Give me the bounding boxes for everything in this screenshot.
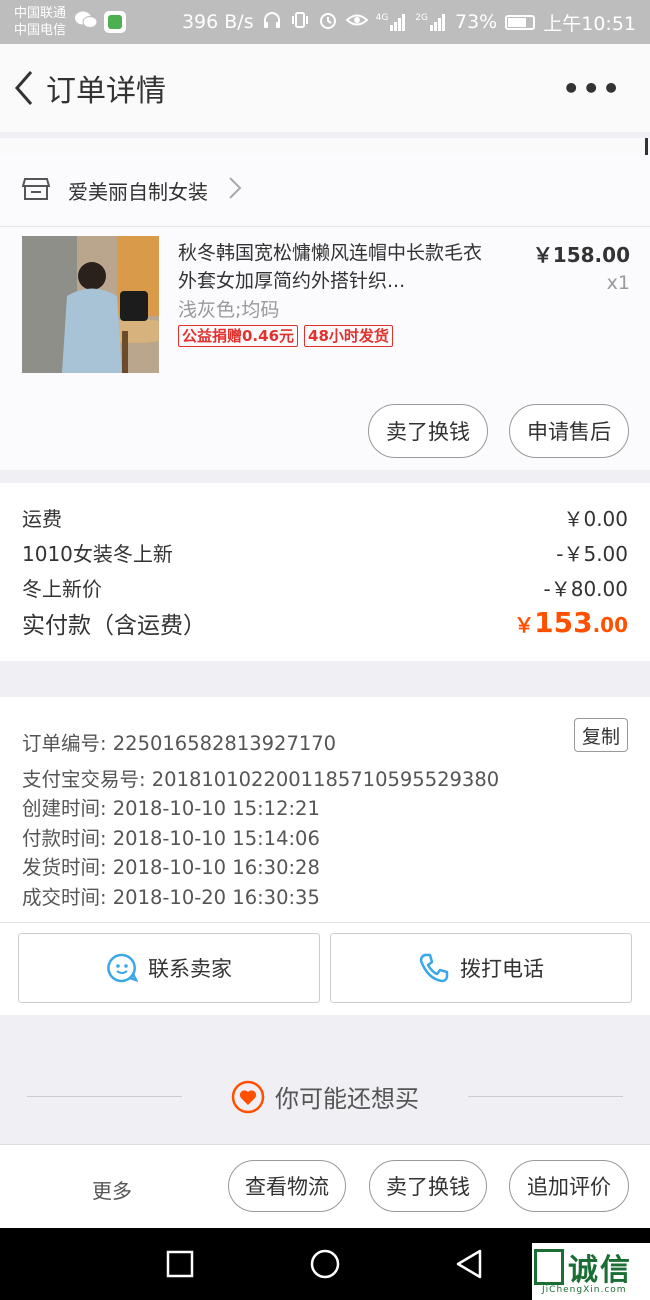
contact-seller-button[interactable]: 联系卖家: [18, 933, 320, 1003]
fee-value: -￥5.00: [556, 542, 628, 566]
recommend-header: 你可能还想买: [0, 1049, 650, 1144]
fee-label: 冬上新价: [22, 577, 102, 601]
vibrate-icon: [290, 10, 310, 35]
clock: 上午10:51: [543, 12, 636, 35]
call-phone-label: 拨打电话: [460, 957, 544, 981]
divider: [468, 1096, 623, 1097]
total-decimal: .00: [592, 613, 628, 637]
contact-seller-label: 联系卖家: [148, 957, 232, 981]
status-bar: 中国联通 中国电信 396 B/s 4G 2G 73% 上午10:51: [0, 0, 650, 44]
resell-button-bottom[interactable]: 卖了换钱: [369, 1160, 487, 1212]
signal-4g-icon: 4G: [376, 13, 408, 31]
app-notification-icon: [104, 11, 127, 33]
call-phone-button[interactable]: 拨打电话: [330, 933, 632, 1003]
headphones-icon: [262, 10, 282, 35]
total-integer: 153: [534, 606, 593, 639]
product-tags: 公益捐赠0.46元 48小时发货: [178, 325, 393, 347]
network-speed: 396 B/s: [181, 11, 254, 33]
completed-time: 成交时间: 2018-10-20 16:30:35: [22, 886, 320, 909]
heart-icon: [231, 1080, 265, 1113]
divider: [27, 1096, 182, 1097]
watermark-emblem: [534, 1249, 564, 1285]
product-sku: 浅灰色;均码: [178, 299, 280, 321]
created-time: 创建时间: 2018-10-10 15:12:21: [22, 797, 320, 820]
battery-percent: 73%: [455, 11, 498, 33]
total-label: 实付款（含运费）: [22, 613, 206, 639]
shop-name: 爱美丽自制女装: [68, 180, 208, 204]
shipped-time: 发货时间: 2018-10-10 16:30:28: [22, 856, 320, 879]
chevron-right-icon: [228, 176, 242, 206]
system-back-button[interactable]: [454, 1248, 484, 1284]
network-4g-label: 4G: [375, 13, 389, 23]
alipay-number: 支付宝交易号: 2018101022001185710595529380: [22, 768, 500, 791]
watermark-logo: 诚信 JiChengXin.com: [532, 1243, 650, 1300]
scrollbar[interactable]: [645, 138, 648, 155]
order-number: 订单编号: 225016582813927170: [22, 732, 337, 755]
fee-label: 1010女装冬上新: [22, 542, 173, 566]
network-2g-label: 2G: [415, 13, 428, 23]
resell-button[interactable]: 卖了换钱: [368, 404, 488, 458]
watermark-text: 诚信: [568, 1253, 632, 1288]
triangle-back-icon: [456, 1249, 482, 1279]
shop-link[interactable]: 爱美丽自制女装: [0, 155, 650, 227]
order-item[interactable]: 秋冬韩国宽松慵懒风连帽中长款毛衣外套女加厚简约外搭针织... 浅灰色;均码 公益…: [0, 227, 650, 397]
alarm-icon: [318, 10, 338, 35]
back-button[interactable]: [2, 44, 46, 132]
charity-tag: 公益捐赠0.46元: [178, 325, 299, 347]
chevron-left-icon: [15, 71, 33, 105]
wechat-icon: [74, 10, 98, 34]
order-item-card: 爱美丽自制女装 秋冬韩国宽松慵懒风连帽中长款毛衣外套女加厚简约外搭针织... 浅…: [0, 155, 650, 470]
fee-value: ￥0.00: [563, 507, 628, 531]
battery-icon: [505, 14, 536, 30]
circle-icon: [310, 1249, 340, 1279]
discount-row: 1010女装冬上新 -￥5.00: [22, 538, 628, 567]
shipping-fee-row: 运费 ￥0.00: [22, 503, 628, 532]
fee-value: -￥80.00: [543, 577, 628, 601]
more-menu-button[interactable]: •••: [562, 72, 622, 105]
product-thumbnail[interactable]: [22, 236, 159, 373]
product-title[interactable]: 秋冬韩国宽松慵懒风连帽中长款毛衣外套女加厚简约外搭针织...: [178, 239, 498, 295]
total-currency: ￥: [514, 613, 535, 637]
carrier-2: 中国电信: [14, 23, 67, 38]
page-title: 订单详情: [46, 74, 166, 109]
copy-button[interactable]: 复制: [574, 718, 628, 752]
add-review-button[interactable]: 追加评价: [509, 1160, 629, 1212]
payment-summary: 运费 ￥0.00 1010女装冬上新 -￥5.00 冬上新价 -￥80.00 实…: [0, 483, 650, 661]
signal-2g-icon: 2G: [415, 13, 447, 31]
new-price-row: 冬上新价 -￥80.00: [22, 573, 628, 602]
recommend-title: 你可能还想买: [275, 1085, 419, 1113]
carrier-labels: 中国联通 中国电信: [14, 5, 66, 39]
chat-smile-icon: [107, 953, 138, 983]
divider: [0, 922, 650, 923]
product-price: ￥158.00: [532, 243, 630, 267]
square-icon: [166, 1250, 194, 1278]
view-logistics-button[interactable]: 查看物流: [228, 1160, 346, 1212]
after-sales-button[interactable]: 申请售后: [509, 404, 629, 458]
fee-label: 运费: [22, 507, 62, 531]
carrier-1: 中国联通: [14, 6, 67, 21]
nav-separator: [0, 138, 650, 155]
more-actions-button[interactable]: 更多: [92, 1175, 132, 1204]
home-button[interactable]: [309, 1248, 341, 1284]
shipping-tag: 48小时发货: [304, 325, 393, 347]
order-info-card: 订单编号: 225016582813927170 复制 支付宝交易号: 2018…: [0, 697, 650, 1015]
eye-icon: [345, 11, 369, 34]
recent-apps-button[interactable]: [166, 1250, 194, 1282]
bottom-action-bar: 更多 查看物流 卖了换钱 追加评价: [0, 1144, 650, 1228]
total-amount: ￥153.00: [514, 606, 628, 640]
product-quantity: x1: [606, 272, 630, 294]
nav-bar: 订单详情 •••: [0, 44, 650, 132]
paid-time: 付款时间: 2018-10-10 15:14:06: [22, 827, 320, 850]
store-icon: [21, 177, 51, 205]
phone-icon: [419, 953, 449, 983]
total-row: 实付款（含运费） ￥153.00: [22, 606, 628, 640]
watermark-subtext: JiChengXin.com: [542, 1285, 627, 1295]
